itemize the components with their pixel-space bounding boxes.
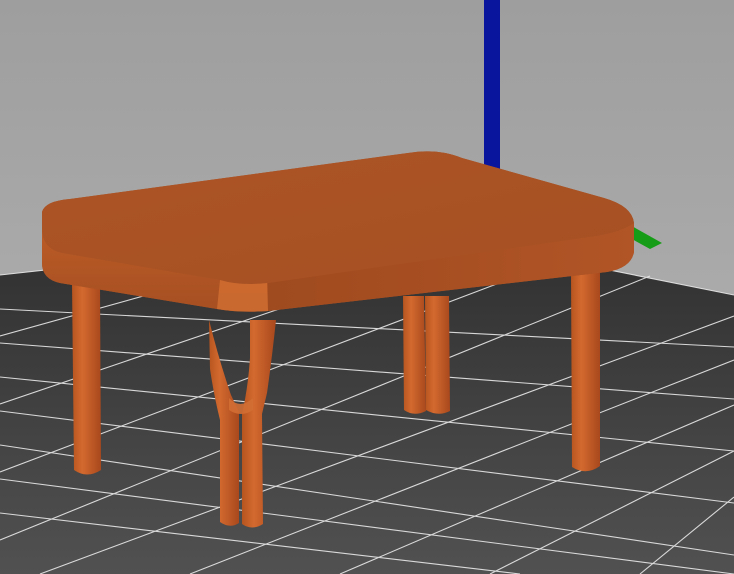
table-leg-left [72, 283, 101, 475]
3d-viewport[interactable] [0, 0, 734, 574]
scene-svg[interactable] [0, 0, 734, 574]
z-axis-indicator [484, 0, 500, 170]
